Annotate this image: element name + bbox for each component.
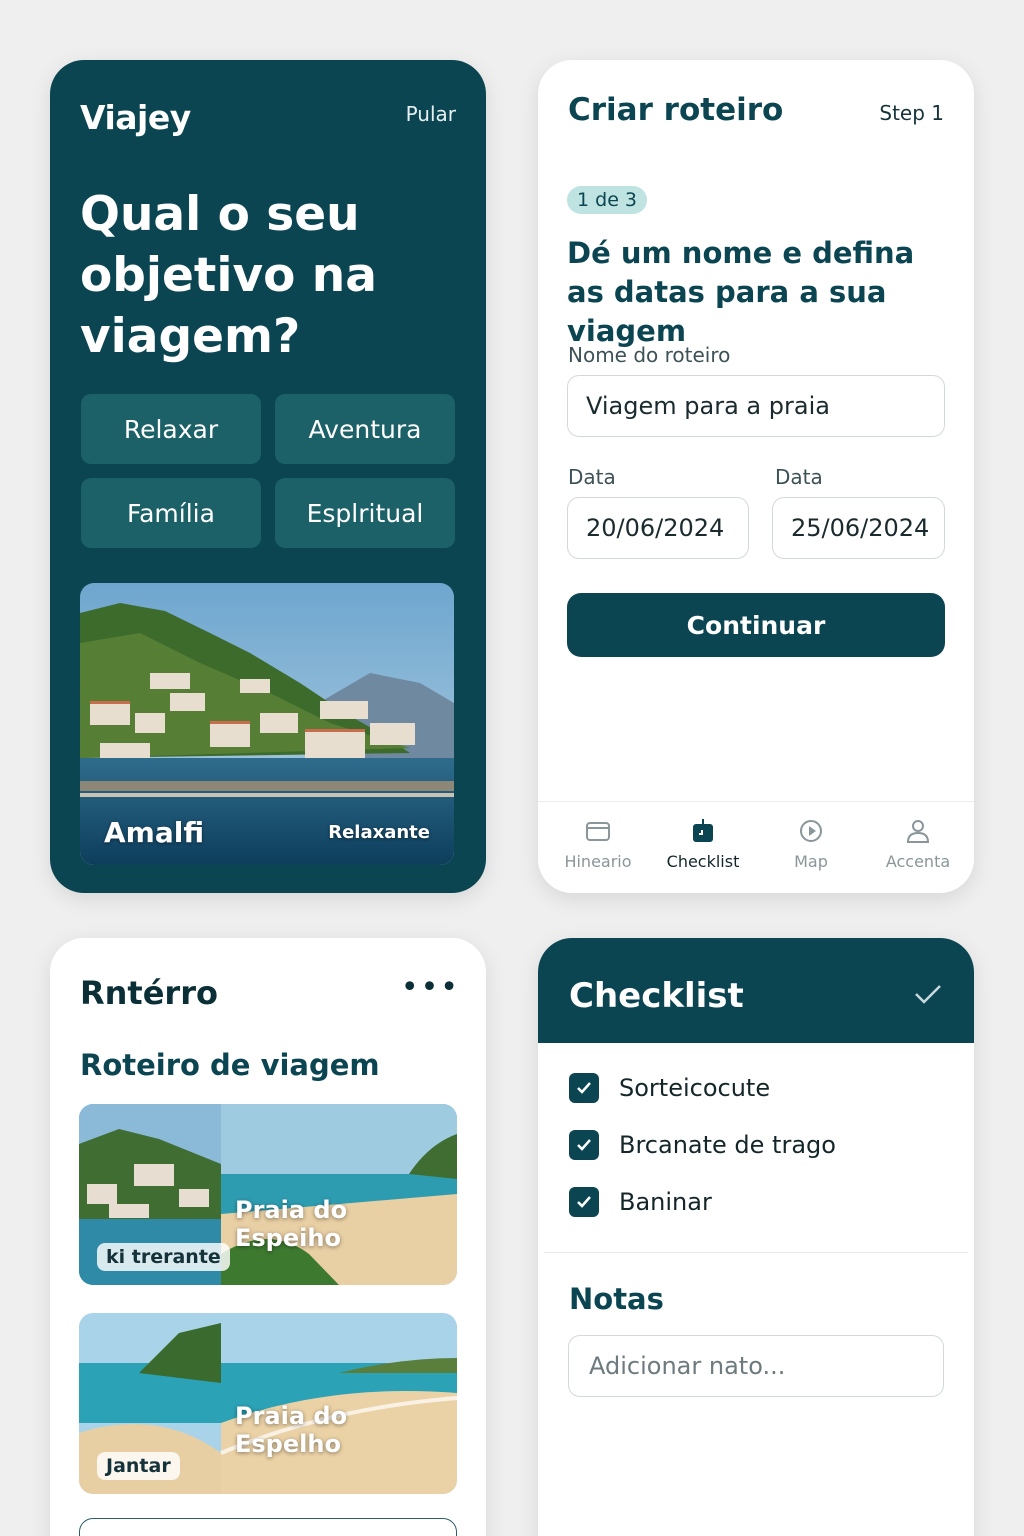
tab-map-label: Map	[794, 852, 828, 871]
tab-account-label: Accenta	[885, 852, 951, 871]
more-options-icon[interactable]: •••	[401, 973, 460, 1003]
bottom-tab-bar: Hineario Checklist Map Accenta	[538, 801, 974, 893]
tab-checklist-label: Checklist	[666, 852, 740, 871]
check-icon[interactable]	[912, 978, 944, 1010]
onboarding-card: Viajey Pular Qual o seu objetivo na viag…	[50, 60, 486, 893]
itinerary-name-input[interactable]: Viagem para a praia	[567, 375, 945, 437]
end-date-label: Data	[775, 465, 823, 489]
end-date-input[interactable]: 25/06/2024	[772, 497, 945, 559]
checklist-title: Checklist	[569, 976, 744, 1016]
checklist-item[interactable]: Baninar	[569, 1186, 712, 1218]
tab-account[interactable]: Accenta	[863, 816, 973, 871]
create-itinerary-card: Criar roteiro Step 1 1 de 3 Dé um nome e…	[538, 60, 974, 893]
trip-card[interactable]: Praia do Espelho Jantar	[79, 1313, 457, 1494]
checklist-icon	[693, 819, 713, 842]
checklist-item-label: Baninar	[619, 1188, 712, 1216]
progress-badge: 1 de 3	[567, 186, 648, 214]
checklist-card: Checklist Sorteicocute Brcanate de trago…	[538, 938, 974, 1536]
user-icon	[906, 820, 930, 843]
goal-option-relaxar[interactable]: Relaxar	[81, 394, 261, 464]
destination-tag: Relaxante	[328, 822, 430, 843]
tab-itinerary[interactable]: Hineario	[543, 816, 653, 871]
notes-title: Notas	[569, 1282, 664, 1316]
checkbox-checked-icon[interactable]	[569, 1073, 599, 1103]
destination-card[interactable]: Amalfi Relaxante	[80, 583, 454, 865]
trip-card[interactable]: Praia do Espeiho ki trerante	[79, 1104, 457, 1285]
goal-option-espiritual[interactable]: Esplritual	[275, 478, 455, 548]
goal-option-aventura[interactable]: Aventura	[275, 394, 455, 464]
start-date-input[interactable]: 20/06/2024	[567, 497, 749, 559]
itinerary-card: Rntérro ••• Roteiro de viagem Praia do E…	[50, 938, 486, 1536]
page-title: Criar roteiro	[568, 92, 784, 128]
start-date-label: Data	[568, 465, 616, 489]
checkbox-checked-icon[interactable]	[569, 1187, 599, 1217]
divider	[544, 1252, 968, 1253]
tab-checklist[interactable]: Checklist	[648, 816, 758, 871]
trip-chip: Jantar	[97, 1452, 180, 1480]
step-indicator: Step 1	[879, 101, 944, 125]
brand-title: Rntérro	[80, 974, 218, 1012]
checklist-item-label: Brcanate de trago	[619, 1131, 836, 1159]
form-heading: Dé um nome e defina as datas para a sua …	[567, 236, 915, 348]
trip-name: Praia do Espeiho	[235, 1196, 348, 1252]
tab-itinerary-label: Hineario	[564, 852, 632, 871]
onboarding-question: Qual o seu objetivo na viagem?	[80, 187, 377, 364]
trip-card[interactable]	[79, 1518, 457, 1536]
notes-input[interactable]: Adicionar nato...	[568, 1335, 944, 1397]
skip-link[interactable]: Pular	[406, 102, 456, 126]
tab-map[interactable]: Map	[756, 816, 866, 871]
trip-chip: ki trerante	[97, 1243, 230, 1271]
continue-button[interactable]: Continuar	[567, 593, 945, 657]
checkbox-checked-icon[interactable]	[569, 1130, 599, 1160]
section-title: Roteiro de viagem	[80, 1048, 380, 1082]
play-circle-icon	[800, 820, 822, 842]
checklist-item-label: Sorteicocute	[619, 1074, 771, 1102]
app-logo: Viajey	[80, 98, 191, 137]
goal-option-familia[interactable]: Família	[81, 478, 261, 548]
name-field-label: Nome do roteiro	[568, 343, 731, 367]
card-icon	[586, 822, 610, 841]
checklist-item[interactable]: Sorteicocute	[569, 1072, 770, 1104]
destination-name: Amalfi	[104, 816, 205, 849]
trip-name: Praia do Espelho	[235, 1402, 348, 1458]
checklist-item[interactable]: Brcanate de trago	[569, 1129, 836, 1161]
